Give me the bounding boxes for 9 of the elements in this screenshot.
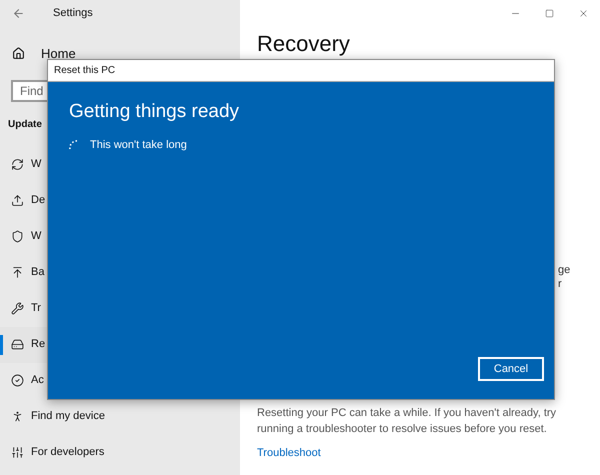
section-title: Update: [8, 118, 42, 132]
page-note: Resetting your PC can take a while. If you haven't already, try running a troubleshooter to resolve issues before you reset.: [257, 406, 558, 437]
page-text: ge: [558, 263, 570, 277]
dialog-title: Reset this PC: [54, 64, 116, 78]
status-text: This won't take long: [90, 138, 187, 152]
page-title: Recovery: [257, 31, 350, 57]
page-text: r: [558, 277, 562, 291]
window-title: Settings: [53, 6, 93, 21]
dialog-heading: Getting things ready: [69, 100, 240, 124]
